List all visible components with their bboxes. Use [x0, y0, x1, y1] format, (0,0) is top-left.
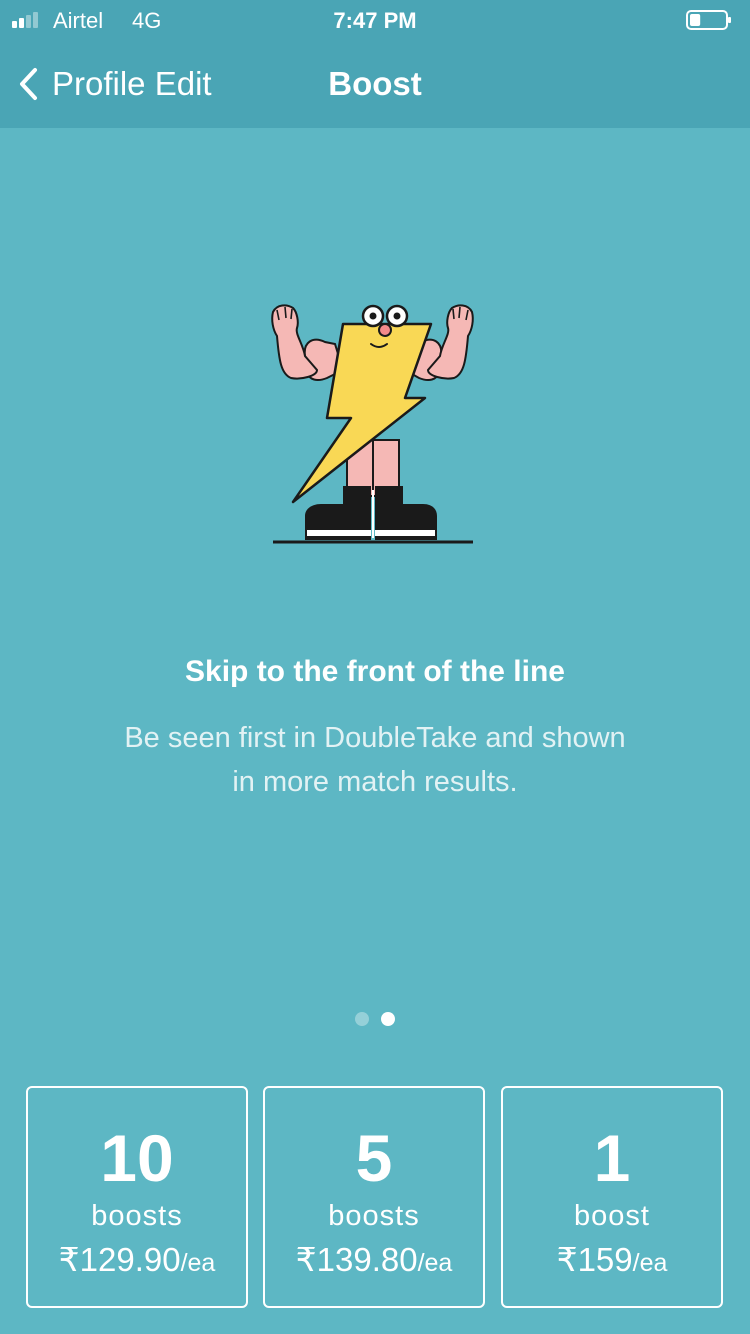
price-per: /ea	[180, 1249, 216, 1277]
description: Be seen first in DoubleTake and shown in…	[124, 722, 626, 798]
boost-option-5[interactable]: 5 boosts ₹139.80/ea	[263, 1086, 485, 1308]
boost-price: ₹129.90/ea	[28, 1240, 246, 1283]
boost-option-10[interactable]: 10 boosts ₹129.90/ea	[26, 1086, 248, 1308]
page-dot[interactable]	[355, 1012, 369, 1026]
battery-icon	[686, 10, 731, 30]
boost-count: 5	[355, 1121, 393, 1195]
flexing-lightning-bolt-illustration	[271, 304, 474, 544]
boost-option-1[interactable]: 1 boost ₹159/ea	[501, 1086, 723, 1308]
headline: Skip to the front of the line	[185, 655, 565, 688]
price-per: /ea	[632, 1249, 668, 1277]
price-amount: ₹129.90	[58, 1241, 181, 1278]
boost-unit: boosts	[91, 1200, 183, 1232]
boost-unit: boost	[574, 1200, 650, 1232]
page-indicator	[0, 1012, 750, 1026]
price-per: /ea	[417, 1249, 453, 1277]
price-amount: ₹159	[556, 1241, 633, 1278]
boost-price: ₹139.80/ea	[265, 1240, 483, 1283]
status-time: 7:47 PM	[333, 8, 417, 33]
boost-price: ₹159/ea	[503, 1240, 721, 1283]
status-bar: Airtel 4G 7:47 PM	[0, 0, 750, 40]
boost-unit: boosts	[328, 1200, 420, 1232]
boost-count: 1	[593, 1121, 631, 1195]
page-title: Boost	[328, 65, 422, 102]
navigation-bar: Profile Edit Boost	[0, 40, 750, 128]
boost-count: 10	[100, 1121, 174, 1195]
price-amount: ₹139.80	[295, 1241, 418, 1278]
page-dot[interactable]	[381, 1012, 395, 1026]
boost-screen: Airtel 4G 7:47 PM Profile Edit Boost Ski…	[0, 0, 750, 1334]
